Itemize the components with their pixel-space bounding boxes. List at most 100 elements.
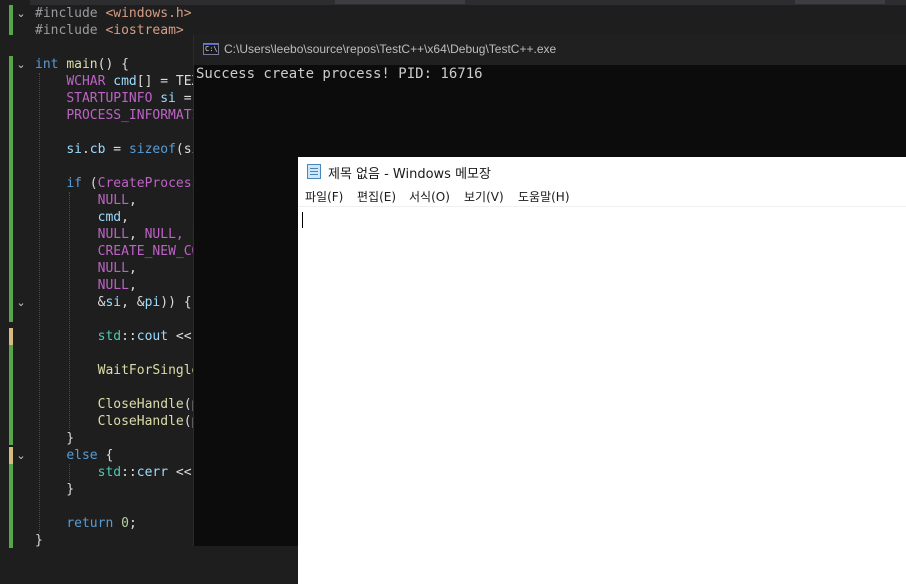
code-token: << — [168, 329, 192, 344]
code-line[interactable]: #include <windows.h> — [35, 5, 199, 22]
menu-format[interactable]: 서식(O) — [409, 188, 450, 205]
code-line[interactable] — [35, 39, 199, 56]
code-line[interactable]: CloseHandle(p — [35, 413, 200, 430]
code-line[interactable]: NULL, — [35, 277, 199, 294]
code-token: cmd — [97, 210, 122, 225]
code-line[interactable]: NULL, — [35, 260, 199, 277]
code-token: main — [66, 57, 98, 72]
code-token: :: — [121, 465, 137, 480]
code-token: ( — [81, 176, 98, 191]
code-line[interactable]: std::cout << — [35, 328, 199, 345]
editor-tab-fragment[interactable] — [795, 0, 885, 4]
code-token: , & — [121, 295, 145, 310]
change-indicator-saved — [9, 464, 13, 548]
code-line[interactable]: CloseHandle(p — [35, 396, 200, 413]
code-token: )) { — [160, 295, 192, 310]
code-token: = — [175, 91, 192, 106]
menu-file[interactable]: 파일(F) — [305, 188, 343, 205]
code-line[interactable]: return 0; — [35, 515, 199, 532]
code-text[interactable]: #include <windows.h> #include <iostream> … — [35, 5, 199, 549]
code-line[interactable] — [35, 498, 199, 515]
code-line[interactable]: std::cerr << — [35, 464, 199, 481]
code-line[interactable] — [35, 345, 199, 362]
notepad-window[interactable]: 제목 없음 - Windows 메모장 파일(F) 편집(E) 서식(O) 보기… — [298, 157, 906, 584]
editor-tab-fragment[interactable] — [335, 0, 465, 4]
code-token: } — [35, 482, 75, 497]
menu-help[interactable]: 도움말(H) — [518, 188, 570, 205]
console-output: Success create process! PID: 16716 — [196, 66, 483, 82]
code-token: CloseHandle — [97, 414, 184, 429]
code-token: = — [105, 142, 129, 157]
code-line[interactable]: &si, &pi)) { — [35, 294, 199, 311]
code-line[interactable] — [35, 124, 199, 141]
fold-chevron-icon[interactable]: ⌄ — [15, 450, 27, 462]
code-token: NULL — [97, 278, 129, 293]
code-token: CloseHandle — [97, 397, 184, 412]
code-line[interactable] — [35, 379, 199, 396]
code-token: else — [66, 448, 98, 463]
code-token: <windows.h> — [105, 6, 192, 21]
code-token: #include — [35, 23, 106, 38]
code-token: . — [81, 142, 90, 157]
code-token: cout — [136, 329, 169, 344]
code-line[interactable]: int main() { — [35, 56, 199, 73]
code-line[interactable]: } — [35, 481, 199, 498]
code-token: CREATE_NEW_CO — [97, 244, 200, 259]
code-line[interactable]: NULL, — [35, 192, 199, 209]
code-line[interactable]: CREATE_NEW_CO — [35, 243, 200, 260]
code-token: cb — [89, 142, 106, 157]
change-indicator-saved — [9, 345, 13, 445]
code-line[interactable]: STARTUPINFO si = — [35, 90, 199, 107]
code-token: pi — [144, 295, 161, 310]
code-token: NULL — [97, 193, 129, 208]
code-line[interactable]: #include <iostream> — [35, 22, 199, 39]
code-token: PROCESS_INFORMATI — [66, 108, 200, 123]
code-line[interactable]: } — [35, 532, 199, 549]
code-line[interactable] — [35, 311, 199, 328]
code-line[interactable]: WCHAR cmd[] = TEX — [35, 73, 199, 90]
code-token: , — [128, 227, 145, 242]
code-line[interactable]: if (CreateProcess — [35, 175, 199, 192]
notepad-text-area[interactable] — [298, 207, 906, 584]
fold-chevron-icon[interactable]: ⌄ — [15, 8, 27, 20]
code-token: NULL — [144, 227, 176, 242]
change-indicator-unsaved — [9, 447, 13, 464]
code-line[interactable]: cmd, — [35, 209, 199, 226]
code-token: , — [128, 261, 137, 276]
code-line[interactable]: PROCESS_INFORMATI — [35, 107, 199, 124]
fold-chevron-icon[interactable]: ⌄ — [15, 297, 27, 309]
code-line[interactable]: else { — [35, 447, 199, 464]
menu-view[interactable]: 보기(V) — [464, 188, 504, 205]
code-token: cerr — [136, 465, 169, 480]
menu-edit[interactable]: 편집(E) — [357, 188, 396, 205]
change-indicator-saved — [9, 5, 13, 35]
code-line[interactable]: si.cb = sizeof(si — [35, 141, 199, 158]
notepad-app-icon — [307, 164, 321, 179]
code-line[interactable]: NULL, NULL, F — [35, 226, 200, 243]
code-token: NULL — [97, 261, 129, 276]
code-token: , — [128, 278, 137, 293]
change-indicator-unsaved — [9, 328, 13, 345]
code-line[interactable]: WaitForSingle — [35, 362, 200, 379]
fold-chevron-icon[interactable]: ⌄ — [15, 59, 27, 71]
code-token: WaitForSingle — [97, 363, 200, 378]
console-titlebar[interactable]: C:\ C:\Users\leebo\source\repos\TestC++\… — [194, 35, 906, 65]
code-line[interactable] — [35, 158, 199, 175]
code-token: () { — [97, 57, 129, 72]
code-token: <iostream> — [105, 23, 184, 38]
code-token: if — [66, 176, 82, 191]
code-line[interactable]: } — [35, 430, 199, 447]
notepad-titlebar[interactable]: 제목 없음 - Windows 메모장 — [298, 157, 906, 186]
